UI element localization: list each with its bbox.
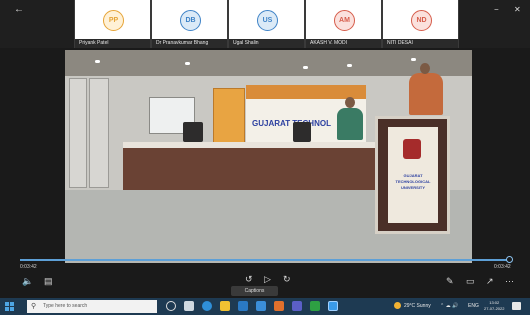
mail-icon[interactable] <box>256 301 266 311</box>
participant-strip: ← PP Priyank Patel DB Dr Pranavkumar Bhang U… <box>0 0 530 48</box>
avatar: PP <box>103 10 124 31</box>
avatar: AM <box>334 10 355 31</box>
podium: GUJARAT TECHNOLOGICAL UNIVERSITY <box>375 116 450 234</box>
participant-tile[interactable]: AM AKASH V. MODI <box>305 0 382 48</box>
close-icon[interactable]: ✕ <box>514 5 521 14</box>
file-explorer-icon[interactable] <box>220 301 230 311</box>
university-crest <box>403 139 421 159</box>
speaker-head <box>420 63 430 74</box>
volume-icon[interactable]: 🔈 <box>22 276 33 286</box>
app-icon[interactable] <box>274 301 284 311</box>
weather-text[interactable]: 29°C Sunny <box>404 303 431 309</box>
podium-panel: GUJARAT TECHNOLOGICAL UNIVERSITY <box>388 127 438 223</box>
teams-icon[interactable] <box>292 301 302 311</box>
tray-icons[interactable]: ⌃ ☁ 🔊 <box>440 303 458 309</box>
banner-title: GUJARAT TECHNOL <box>252 119 331 128</box>
total-time: 0:03:42 <box>494 264 511 270</box>
ceiling-light <box>411 58 416 61</box>
participant-name: Ugal Shalin <box>229 39 304 48</box>
video-frame[interactable]: GUJARAT TECHNOL GUJARAT TECHNOLOGICAL UN… <box>65 50 472 263</box>
clock-date: 27-07-2022 <box>484 306 505 311</box>
windows-taskbar: ⚲ Type here to search 29°C Sunny ⌃ ☁ 🔊 E… <box>0 298 530 315</box>
door <box>69 78 87 188</box>
store-icon[interactable] <box>238 301 248 311</box>
search-placeholder: Type here to search <box>43 303 88 309</box>
media-player-icon[interactable] <box>328 301 338 311</box>
participant-tile[interactable]: US Ugal Shalin <box>228 0 305 48</box>
task-view-icon[interactable] <box>184 301 194 311</box>
door <box>89 78 109 188</box>
forward-10-icon[interactable]: ↻ <box>283 274 291 284</box>
notification-icon[interactable] <box>512 302 521 310</box>
participant-name: Dr Pranavkumar Bhang <box>152 39 227 48</box>
arrow-left-icon[interactable]: ← <box>14 4 24 15</box>
conference-desk <box>123 142 381 190</box>
chair <box>183 122 203 142</box>
participant-tile[interactable]: PP Priyank Patel <box>74 0 151 48</box>
avatar: US <box>257 10 278 31</box>
chair <box>293 122 311 142</box>
seated-person-head <box>345 97 355 108</box>
play-icon[interactable]: ▷ <box>264 274 271 284</box>
podium-text: GUJARAT TECHNOLOGICAL UNIVERSITY <box>395 173 431 190</box>
ceiling-light <box>95 60 100 63</box>
taskbar-clock[interactable]: 13:02 27-07-2022 <box>484 300 504 312</box>
minimize-icon[interactable]: − <box>494 5 499 14</box>
avatar: ND <box>411 10 432 31</box>
fullscreen-icon[interactable]: ↗ <box>486 276 494 286</box>
more-options-icon[interactable]: ⋯ <box>505 276 514 286</box>
ceiling-light <box>347 64 352 67</box>
weather-icon <box>394 302 401 309</box>
excel-icon[interactable] <box>310 301 320 311</box>
seek-handle[interactable] <box>506 256 513 263</box>
participant-tile[interactable]: DB Dr Pranavkumar Bhang <box>151 0 228 48</box>
avatar: DB <box>180 10 201 31</box>
windows-start-icon[interactable] <box>5 302 14 311</box>
picture-in-picture-icon[interactable]: ▭ <box>466 276 475 286</box>
speaker-person <box>409 73 443 115</box>
captions-icon[interactable]: ▤ <box>44 276 53 286</box>
participant-tile[interactable]: ND NITI DESAI <box>382 0 459 48</box>
participant-name: AKASH V. MODI <box>306 39 381 48</box>
participant-tiles: PP Priyank Patel DB Dr Pranavkumar Bhang US U… <box>74 0 459 48</box>
current-time: 0:03:42 <box>20 264 37 270</box>
standing-banner <box>213 88 245 146</box>
cortana-icon[interactable] <box>166 301 176 311</box>
tooltip: Captions <box>231 286 278 296</box>
ceiling-light <box>185 62 190 65</box>
rewind-10-icon[interactable]: ↺ <box>245 274 253 284</box>
language-indicator[interactable]: ENG <box>468 303 479 309</box>
seated-person <box>337 108 363 140</box>
participant-name: Priyank Patel <box>75 39 150 48</box>
ceiling-light <box>303 66 308 69</box>
edit-icon[interactable]: ✎ <box>446 276 454 286</box>
meeting-recording-window: ← PP Priyank Patel DB Dr Pranavkumar Bhang U… <box>0 0 530 315</box>
seek-bar[interactable] <box>20 259 510 261</box>
search-icon: ⚲ <box>31 303 37 310</box>
edge-browser-icon[interactable] <box>202 301 212 311</box>
taskbar-search[interactable]: ⚲ Type here to search <box>27 300 157 313</box>
participant-name: NITI DESAI <box>383 39 458 48</box>
